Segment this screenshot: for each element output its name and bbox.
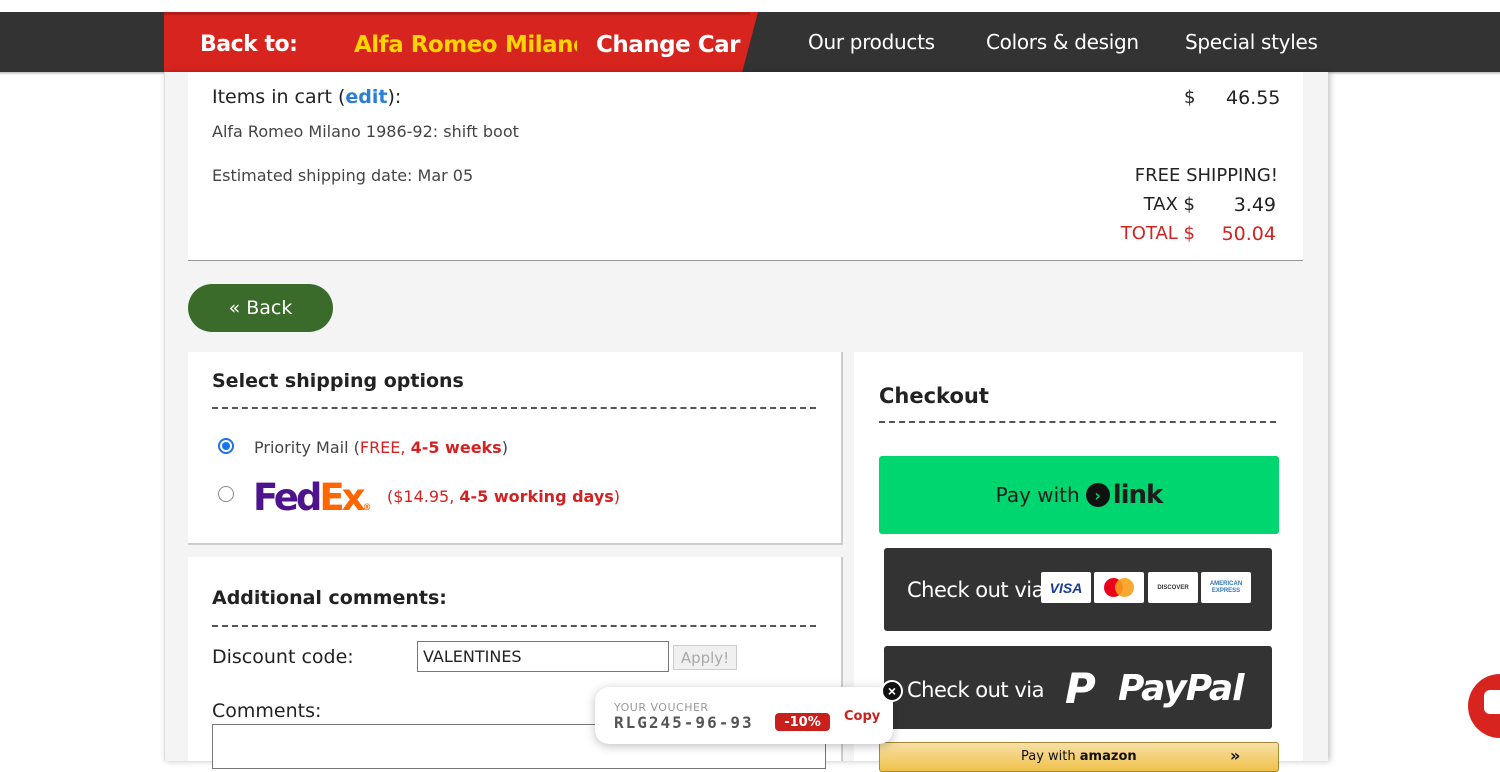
pay-with-link-button[interactable]: Pay with › link (879, 456, 1279, 534)
back-to-text-layer: Back to: Alfa Romeo Milano Change Car (164, 12, 758, 80)
back-button[interactable]: « Back (188, 284, 333, 332)
visa-icon: VISA (1041, 572, 1091, 603)
cart-divider (188, 260, 1303, 261)
voucher-code: RLG245-96-93 (614, 713, 754, 732)
edit-cart-link[interactable]: edit (345, 86, 387, 108)
close-icon[interactable]: × (881, 680, 903, 702)
car-model-link[interactable]: Milano (505, 32, 577, 58)
mastercard-icon (1094, 572, 1144, 603)
voucher-popup: YOUR VOUCHER RLG245-96-93 -10% Copy (595, 687, 893, 744)
checkout-paypal-button[interactable]: Check out via P PayPal (884, 646, 1272, 729)
checkout-title: Checkout (879, 384, 989, 408)
paypal-checkout-label: Check out via (907, 678, 1044, 702)
shipping-title-divider (212, 407, 816, 409)
tax-value: 3.49 (1233, 194, 1276, 216)
fedex-logo: FedEx® (253, 476, 372, 519)
additional-comments-title: Additional comments: (212, 587, 447, 609)
car-make-link[interactable]: Alfa Romeo (354, 32, 498, 58)
link-brand: link (1112, 480, 1164, 510)
comments-label: Comments: (212, 700, 322, 722)
change-car-link[interactable]: Change Car (596, 32, 740, 58)
voucher-discount-badge: -10% (775, 713, 830, 731)
fedex-radio[interactable] (218, 486, 234, 502)
link-arrow-icon: › (1085, 483, 1110, 507)
chevron-right-icon: » (1230, 746, 1241, 765)
free-shipping-label: FREE SHIPPING! (1134, 165, 1278, 186)
nav-colors-design[interactable]: Colors & design (986, 30, 1139, 54)
items-in-cart-heading: Items in cart (edit): (212, 86, 402, 108)
total-value: 50.04 (1221, 223, 1276, 245)
nav-special-styles[interactable]: Special styles (1185, 30, 1318, 54)
card-checkout-label: Check out via (907, 578, 1044, 602)
nav-our-products[interactable]: Our products (808, 30, 935, 54)
item-price-currency: $ (1184, 87, 1196, 108)
apply-discount-button[interactable]: Apply! (673, 645, 737, 670)
total-label: TOTAL $ (1120, 223, 1195, 244)
pay-with-label: Pay with (995, 483, 1080, 507)
cart-item: Alfa Romeo Milano 1986-92: shift boot (212, 122, 519, 141)
priority-mail-option[interactable]: Priority Mail (FREE, 4-5 weeks) (254, 438, 508, 457)
item-price: 46.55 (1226, 87, 1281, 109)
chat-bubble-icon (1484, 690, 1500, 714)
estimated-shipping-date: Estimated shipping date: Mar 05 (212, 166, 474, 185)
discount-code-label: Discount code: (212, 646, 354, 668)
checkout-card-button[interactable]: Check out via VISA DISCOVER AMERICAN EXP… (884, 548, 1272, 631)
shipping-options-title: Select shipping options (212, 370, 464, 392)
checkout-title-divider (879, 421, 1276, 423)
tax-label: TAX $ (1143, 194, 1195, 215)
amex-icon: AMERICAN EXPRESS (1201, 572, 1251, 603)
back-to-label: Back to: (200, 32, 298, 57)
copy-voucher-button[interactable]: Copy (844, 709, 880, 724)
discount-code-input[interactable]: VALENTINES (417, 641, 669, 672)
fedex-option[interactable]: ($14.95, 4-5 working days) (387, 487, 620, 506)
pay-with-amazon-button[interactable]: Pay with amazon » (879, 742, 1279, 772)
amazon-label: Pay with amazon (1021, 749, 1137, 764)
paypal-brand: PayPal (1118, 668, 1244, 709)
paypal-p-icon: P (1065, 664, 1096, 713)
comments-title-divider (212, 625, 816, 627)
priority-mail-radio[interactable] (218, 438, 234, 454)
discover-icon: DISCOVER (1148, 572, 1198, 603)
